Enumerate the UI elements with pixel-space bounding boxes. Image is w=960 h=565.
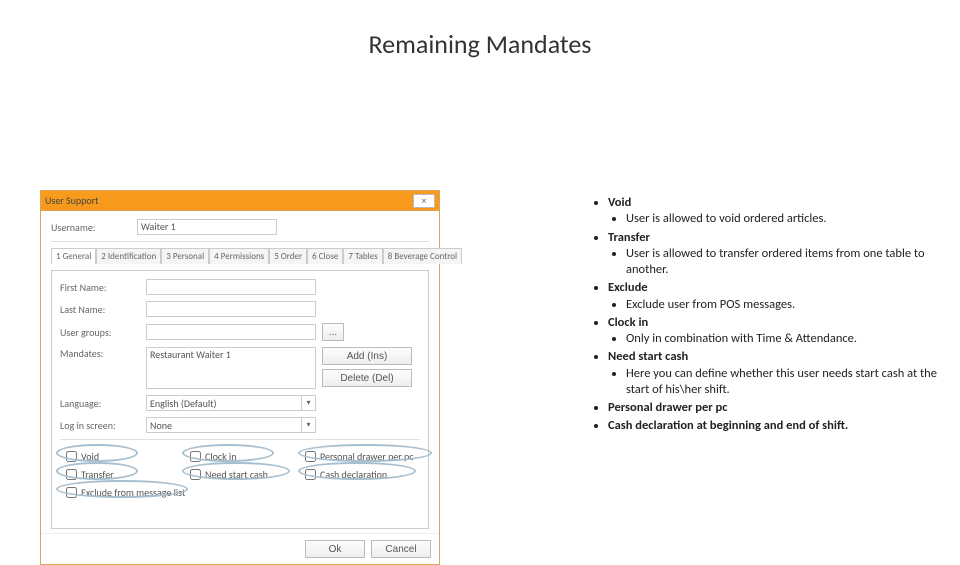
- usergroups-label: User groups:: [60, 326, 140, 339]
- bullet-label: Cash declaration at beginning and end of…: [608, 418, 848, 433]
- screenshot-wrapper: User Support × Username: Waiter 1 1 Gene…: [40, 190, 480, 565]
- mandates-list[interactable]: Restaurant Waiter 1: [146, 347, 316, 389]
- bullet-label: Void: [608, 195, 631, 210]
- username-label: Username:: [51, 221, 131, 234]
- bullet-sub: Exclude user from POS messages.: [626, 297, 940, 313]
- firstname-input[interactable]: [146, 279, 316, 295]
- loginscreen-label: Log in screen:: [60, 419, 140, 432]
- mandates-label: Mandates:: [60, 347, 140, 360]
- dialog-footer: Ok Cancel: [41, 533, 439, 564]
- language-select[interactable]: English (Default) ▾: [146, 395, 316, 411]
- bullet-list: Void User is allowed to void ordered art…: [590, 195, 940, 437]
- void-checkbox[interactable]: Void: [66, 450, 99, 463]
- tab-permissions[interactable]: 4 Permissions: [209, 248, 269, 264]
- usergroups-input[interactable]: [146, 324, 316, 340]
- tab-identification[interactable]: 2 Identification: [96, 248, 161, 264]
- bullet-sub: User is allowed to transfer ordered item…: [626, 246, 940, 279]
- titlebar: User Support ×: [41, 191, 439, 211]
- needstartcash-checkbox[interactable]: Need start cash: [190, 468, 268, 481]
- bullet-label: Transfer: [608, 230, 650, 245]
- close-button[interactable]: ×: [413, 194, 435, 208]
- personaldrawer-checkbox[interactable]: Personal drawer per pc: [305, 450, 414, 463]
- clockin-checkbox[interactable]: Clock in: [190, 450, 236, 463]
- dialog: User Support × Username: Waiter 1 1 Gene…: [40, 190, 440, 565]
- usergroups-browse-button[interactable]: ...: [322, 323, 344, 341]
- tab-tables[interactable]: 7 Tables: [343, 248, 382, 264]
- tab-panel-general: First Name: Last Name: User groups: ... …: [51, 270, 429, 529]
- lastname-input[interactable]: [146, 301, 316, 317]
- tab-personal[interactable]: 3 Personal: [161, 248, 209, 264]
- lastname-label: Last Name:: [60, 303, 140, 316]
- checkbox-area: Void Transfer Exclude from message list …: [60, 446, 420, 520]
- chevron-down-icon: ▾: [301, 396, 315, 410]
- bullet-label: Exclude: [608, 280, 648, 295]
- tab-general[interactable]: 1 General: [51, 248, 96, 264]
- tab-order[interactable]: 5 Order: [269, 248, 307, 264]
- tab-close[interactable]: 6 Close: [307, 248, 343, 264]
- bullet-label: Personal drawer per pc: [608, 400, 727, 415]
- exclude-checkbox[interactable]: Exclude from message list: [66, 486, 185, 499]
- bullet-sub: User is allowed to void ordered articles…: [626, 211, 940, 227]
- add-button[interactable]: Add (Ins): [322, 347, 412, 365]
- bullet-label: Need start cash: [608, 349, 688, 364]
- cancel-button[interactable]: Cancel: [371, 540, 431, 558]
- bullet-label: Clock in: [608, 315, 648, 330]
- dialog-title: User Support: [45, 194, 99, 207]
- tab-beverage[interactable]: 8 Beverage Control: [383, 248, 462, 264]
- loginscreen-select[interactable]: None ▾: [146, 417, 316, 433]
- firstname-label: First Name:: [60, 281, 140, 294]
- username-input[interactable]: Waiter 1: [137, 219, 277, 235]
- bullet-sub: Here you can define whether this user ne…: [626, 366, 940, 399]
- language-label: Language:: [60, 397, 140, 410]
- cashdeclaration-checkbox[interactable]: Cash declaration: [305, 468, 387, 481]
- delete-button[interactable]: Delete (Del): [322, 369, 412, 387]
- slide-title: Remaining Mandates: [0, 28, 960, 60]
- chevron-down-icon: ▾: [301, 418, 315, 432]
- transfer-checkbox[interactable]: Transfer: [66, 468, 114, 481]
- ok-button[interactable]: Ok: [305, 540, 365, 558]
- bullet-sub: Only in combination with Time & Attendan…: [626, 331, 940, 347]
- tab-strip: 1 General 2 Identification 3 Personal 4 …: [51, 248, 429, 264]
